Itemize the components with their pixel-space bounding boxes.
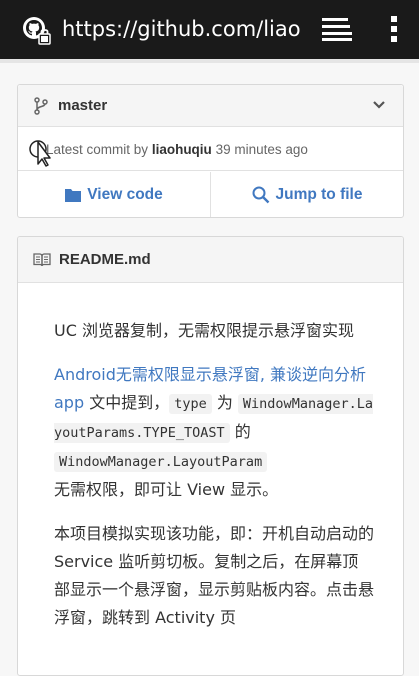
p2-text-b: 为 [211, 393, 233, 412]
tabs-icon[interactable] [322, 16, 352, 42]
overflow-menu-icon[interactable] [388, 14, 400, 44]
toolbar-shadow [0, 59, 419, 63]
repo-file-navigation: master Latest commit by liaohuqiu 39 min… [17, 84, 404, 218]
view-code-label: View code [87, 185, 163, 203]
latest-commit[interactable]: Latest commit by liaohuqiu 39 minutes ag… [18, 128, 403, 171]
view-code-button[interactable]: View code [18, 172, 211, 217]
search-icon [252, 186, 269, 203]
readme-paragraph-2: Android无需权限显示悬浮窗, 兼谈逆向分析app 文中提到， type 为 … [54, 361, 374, 504]
p2-text-a: 文中提到， [84, 393, 170, 412]
code-layout-param: WindowManager.LayoutParam [54, 452, 268, 472]
readme-paragraph-1: UC 浏览器复制，无需权限提示悬浮窗实现 [54, 321, 354, 340]
folder-icon [65, 188, 82, 202]
code-type: type [169, 394, 212, 414]
readme-title: README.md [59, 251, 151, 268]
commit-prefix: Latest commit by [46, 142, 149, 157]
branch-selector[interactable]: master [18, 85, 403, 127]
readme-content: UC 浏览器复制，无需权限提示悬浮窗实现 Android无需权限显示悬浮窗, 兼… [54, 317, 374, 648]
browser-toolbar: https://github.com/liaohuqiu [0, 0, 419, 59]
jump-to-file-label: Jump to file [275, 185, 363, 203]
readme-header: README.md [18, 237, 403, 283]
commit-author[interactable]: liaohuqiu [152, 142, 212, 157]
github-lock-favicon [23, 17, 51, 45]
jump-to-file-button[interactable]: Jump to file [211, 172, 403, 217]
code-actions: View code Jump to file [18, 172, 403, 217]
branch-name: master [58, 97, 108, 114]
url-bar[interactable]: https://github.com/liaohuqiu [62, 14, 300, 44]
book-icon [33, 253, 51, 267]
readme-paragraph-3: 本项目模拟实现该功能，即：开机自动启动的 Service 监听剪切板。复制之后，… [54, 524, 375, 627]
chevron-down-icon [373, 101, 385, 109]
commit-text: Latest commit by liaohuqiu 39 minutes ag… [46, 141, 308, 159]
branch-icon [34, 97, 48, 115]
mouse-cursor-icon [29, 140, 51, 167]
p2-text-c: 的 [229, 422, 251, 441]
readme-panel: README.md UC 浏览器复制，无需权限提示悬浮窗实现 Android无需… [17, 236, 404, 676]
commit-time: 39 minutes ago [215, 142, 308, 157]
p2-text-d: 无需权限，即可让 View 显示。 [54, 480, 279, 499]
